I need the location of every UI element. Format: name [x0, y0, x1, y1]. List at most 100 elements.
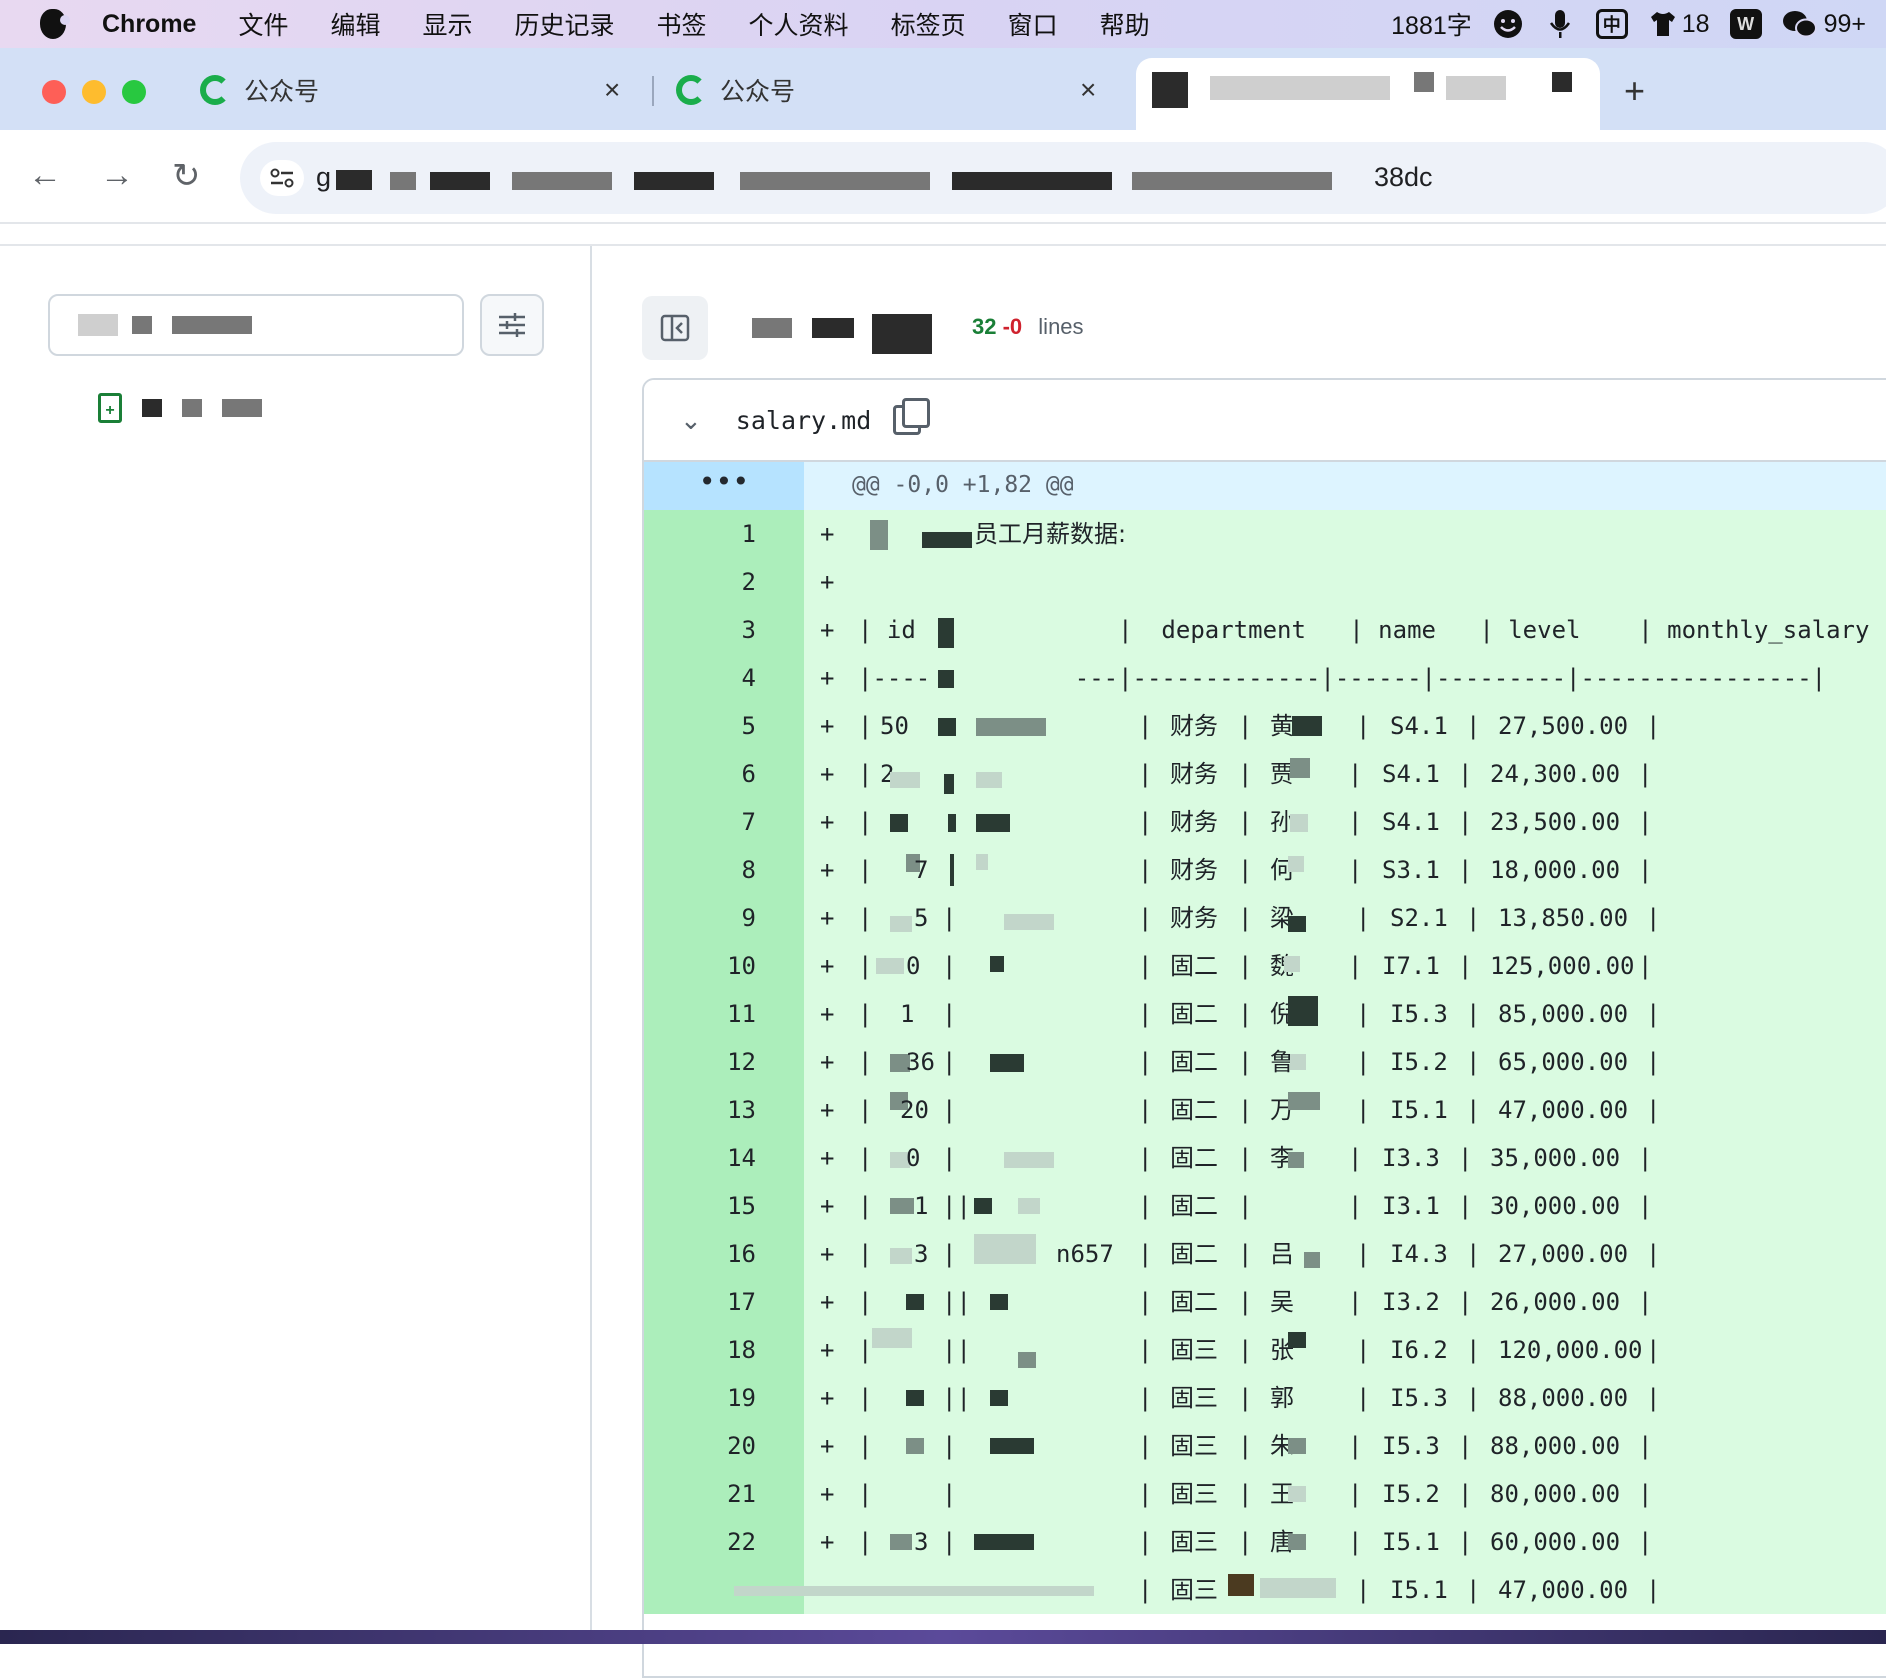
tab-separator: [652, 76, 654, 106]
added-marker: +: [820, 1096, 835, 1124]
forward-arrow-icon[interactable]: →: [100, 156, 134, 195]
zoom-window-button[interactable]: [122, 80, 146, 104]
obscured-tab-title: [1446, 76, 1506, 100]
smiley-icon[interactable]: [1492, 8, 1524, 40]
tab-close-icon[interactable]: ×: [604, 74, 620, 106]
back-arrow-icon[interactable]: ←: [28, 156, 62, 195]
salary-cell: 27,000.00: [1498, 1240, 1629, 1268]
added-marker: +: [820, 664, 835, 692]
pipe: |: [1138, 1096, 1153, 1124]
diff-header: 32 -0 lines: [642, 296, 1084, 360]
line-number: 7: [644, 798, 804, 846]
added-marker: +: [820, 1336, 835, 1364]
pipe: |: [1646, 904, 1661, 932]
name-cell: 郭: [1270, 1384, 1294, 1412]
tab-gongzhonghao-2[interactable]: 公众号 ×: [676, 62, 1106, 118]
menu-edit[interactable]: 编辑: [330, 6, 380, 42]
obscured-cell: [1288, 916, 1306, 932]
pipe: |: [1348, 1528, 1363, 1556]
obscured-tab-close: [1552, 72, 1572, 92]
added-marker: +: [820, 808, 835, 836]
expand-hunk-button[interactable]: •••: [644, 462, 804, 510]
obscured-url: [634, 172, 714, 190]
site-info-icon[interactable]: [260, 160, 304, 196]
extra-cell: n657: [1056, 1240, 1114, 1268]
apple-icon[interactable]: [40, 9, 70, 39]
salary-cell: 35,000.00: [1490, 1144, 1621, 1172]
obscured-text: [870, 520, 888, 550]
obscured-cell: [944, 774, 954, 794]
reload-icon[interactable]: ↻: [172, 156, 201, 196]
pipe: |: [1458, 856, 1473, 884]
line-number: 6: [644, 750, 804, 798]
pipe: |: [858, 1048, 873, 1076]
added-marker: +: [820, 568, 835, 596]
menu-tabs[interactable]: 标签页: [891, 6, 966, 42]
minimize-window-button[interactable]: [82, 80, 106, 104]
desktop-dock-edge: [0, 1630, 1886, 1644]
added-marker: +: [820, 1288, 835, 1316]
id-cell: 5: [914, 904, 929, 932]
collapse-chevron-icon[interactable]: ⌄: [680, 405, 702, 436]
obscured-text: [938, 670, 954, 688]
menu-chrome[interactable]: Chrome: [102, 10, 196, 39]
table-row: 14 + | 0 | | 固二 | 李 | I3.3 | 35,000.00 |: [644, 1134, 1886, 1182]
word-count[interactable]: 1881字: [1391, 6, 1472, 42]
pipe: |: [858, 1288, 873, 1316]
toggle-file-tree-icon[interactable]: [642, 296, 708, 360]
id-cell: 3: [914, 1528, 929, 1556]
hunk-header-row: ••• @@ -0,0 +1,82 @@: [644, 462, 1886, 510]
obscured-cell: [1288, 1534, 1306, 1550]
filter-options-icon[interactable]: [480, 294, 544, 356]
microphone-icon[interactable]: [1544, 8, 1576, 40]
wechat-icon[interactable]: 99+: [1782, 9, 1866, 39]
department-cell: 财务: [1170, 712, 1218, 740]
pipe: |: [858, 1480, 873, 1508]
pipe: |: [1238, 1192, 1253, 1220]
menu-view[interactable]: 显示: [423, 6, 473, 42]
address-bar[interactable]: g 38dc: [240, 142, 1886, 214]
file-name[interactable]: salary.md: [736, 406, 871, 435]
copy-path-icon[interactable]: [893, 398, 931, 435]
pipe: |: [1466, 1576, 1481, 1604]
line-number: 18: [644, 1326, 804, 1374]
salary-cell: 47,000.00: [1498, 1096, 1629, 1124]
pipe: ||: [942, 1336, 971, 1364]
table-row: 19 + | || | 固三 | 郭 | I5.3 | 88,000.00 |: [644, 1374, 1886, 1422]
department-cell: 固二: [1170, 1048, 1218, 1076]
file-filter-input[interactable]: [48, 294, 464, 356]
lines-label: lines: [1038, 314, 1084, 339]
pipe: |: [942, 1528, 957, 1556]
tshirt-icon[interactable]: 18: [1648, 10, 1710, 39]
pipe: |: [1138, 1336, 1153, 1364]
wps-icon[interactable]: W: [1729, 9, 1762, 39]
level-cell: I3.1: [1382, 1192, 1440, 1220]
menu-file[interactable]: 文件: [238, 6, 288, 42]
close-window-button[interactable]: [42, 80, 66, 104]
tab-active-obscured[interactable]: [1136, 58, 1600, 130]
gongzhonghao-favicon-icon: [676, 75, 706, 105]
table-header-row: | id | department | name | level | month…: [858, 616, 1886, 644]
level-cell: I5.3: [1390, 1000, 1448, 1028]
pipe: |: [1466, 904, 1481, 932]
menu-window[interactable]: 窗口: [1008, 6, 1058, 42]
department-cell: 固三: [1170, 1384, 1218, 1412]
menu-history[interactable]: 历史记录: [515, 6, 615, 42]
menu-help[interactable]: 帮助: [1100, 6, 1150, 42]
menu-bookmarks[interactable]: 书签: [657, 6, 707, 42]
obscured-cell: [976, 718, 1046, 736]
tab-title: 公众号: [244, 78, 320, 106]
menu-profile[interactable]: 个人资料: [749, 6, 849, 42]
department-cell: 财务: [1170, 760, 1218, 788]
table-row: | 固三 | I5.1 | 47,000.00 |: [644, 1566, 1886, 1614]
tab-gongzhonghao-1[interactable]: 公众号 ×: [200, 62, 630, 118]
tree-file-item[interactable]: +: [98, 388, 262, 428]
pipe: |: [1356, 1576, 1371, 1604]
line-number: 3: [644, 606, 804, 654]
pipe: |: [1138, 1000, 1153, 1028]
url-suffix: 38dc: [1374, 162, 1433, 192]
tab-close-icon[interactable]: ×: [1080, 74, 1096, 106]
salary-cell: 80,000.00: [1490, 1480, 1621, 1508]
new-tab-button[interactable]: +: [1624, 70, 1645, 112]
input-method-icon[interactable]: 中: [1595, 9, 1628, 39]
